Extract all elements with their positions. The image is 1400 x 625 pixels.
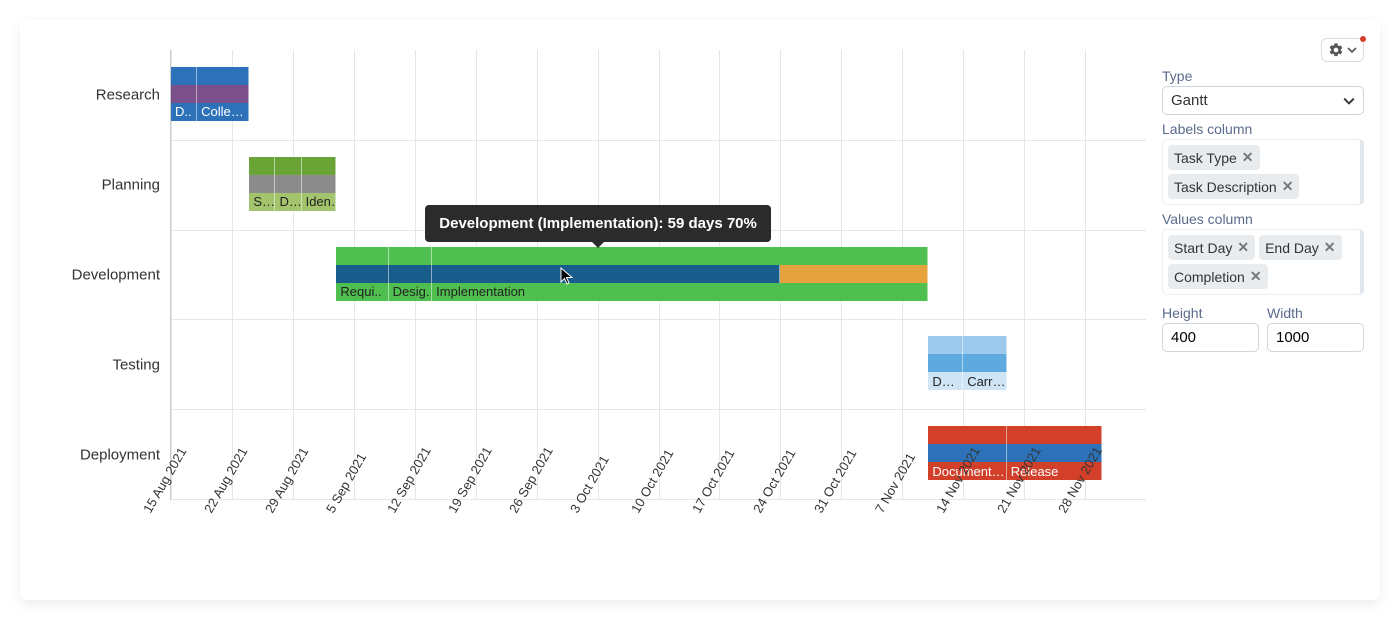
gantt-bar[interactable]	[171, 85, 197, 103]
type-label: Type	[1162, 68, 1364, 84]
type-select-value: Gantt	[1171, 92, 1208, 109]
close-icon[interactable]: ✕	[1250, 268, 1262, 285]
chip-label: End Day	[1265, 240, 1319, 256]
width-label: Width	[1267, 305, 1364, 321]
height-input[interactable]	[1162, 323, 1259, 352]
gantt-bar-label[interactable]: Desig..	[389, 283, 433, 301]
close-icon[interactable]: ✕	[1324, 239, 1336, 256]
chevron-down-icon	[1343, 95, 1355, 107]
gantt-bar[interactable]	[432, 247, 928, 265]
chip[interactable]: Task Type ✕	[1168, 145, 1260, 170]
tooltip-text: Development (Implementation): 59 days 70…	[439, 215, 757, 232]
close-icon[interactable]: ✕	[1242, 149, 1254, 166]
chip[interactable]: Task Description ✕	[1168, 174, 1299, 199]
values-column-chips[interactable]: Start Day✕End Day✕Completion✕	[1162, 229, 1364, 295]
type-select[interactable]: Gantt	[1162, 86, 1364, 115]
y-axis-labels: Research Planning Development Testing Deploy…	[40, 50, 170, 500]
gantt-bar[interactable]	[389, 247, 433, 265]
gantt-bar-label[interactable]: D…	[928, 372, 963, 390]
gantt-bar[interactable]	[928, 426, 1006, 444]
x-axis-labels: 15 Aug 202122 Aug 202129 Aug 20215 Sep 2…	[170, 500, 1146, 590]
gantt-bar[interactable]	[197, 67, 249, 85]
height-label: Height	[1162, 305, 1259, 321]
chip[interactable]: Completion ✕	[1168, 264, 1268, 289]
gantt-bar-label[interactable]: D..	[171, 103, 197, 121]
y-tick-label: Research	[96, 87, 160, 104]
chip-label: Completion	[1174, 269, 1245, 285]
y-tick-label: Deployment	[80, 447, 160, 464]
gantt-bar[interactable]	[302, 157, 337, 175]
gantt-bar[interactable]	[249, 157, 275, 175]
y-tick-label: Planning	[102, 177, 160, 194]
width-input[interactable]	[1267, 323, 1364, 352]
gantt-bar-label[interactable]: Colle…	[197, 103, 249, 121]
gantt-bar-progress[interactable]	[432, 265, 779, 283]
app-container: Research Planning Development Testing Deploy…	[20, 20, 1380, 600]
gantt-bar[interactable]	[275, 175, 301, 193]
gantt-bar[interactable]	[249, 175, 275, 193]
gantt-bar-label[interactable]: Carr…	[963, 372, 1007, 390]
tooltip: Development (Implementation): 59 days 70…	[425, 205, 771, 242]
gantt-bar-label[interactable]: S…	[249, 193, 275, 211]
chart-inner: Research Planning Development Testing Deploy…	[40, 50, 1146, 590]
close-icon[interactable]: ✕	[1237, 239, 1249, 256]
gantt-bar-label[interactable]: Requi..	[336, 283, 388, 301]
labels-column-label: Labels column	[1162, 121, 1364, 137]
values-column-label: Values column	[1162, 211, 1364, 227]
chip[interactable]: End Day ✕	[1259, 235, 1341, 260]
gantt-bar[interactable]	[963, 336, 1007, 354]
gantt-bar[interactable]	[171, 67, 197, 85]
gantt-bar-remaining[interactable]	[780, 265, 929, 283]
notification-dot	[1360, 36, 1366, 42]
gantt-row: D…Carr…	[171, 336, 1146, 392]
gantt-bar[interactable]	[302, 175, 337, 193]
chip[interactable]: Start Day ✕	[1168, 235, 1255, 260]
gantt-bar-label[interactable]: Implementation	[432, 283, 928, 301]
gantt-row: Requi..Desig..Implementation	[171, 247, 1146, 303]
gantt-bar[interactable]	[336, 265, 388, 283]
gantt-bar[interactable]	[197, 85, 249, 103]
chip-label: Task Description	[1174, 179, 1277, 195]
gantt-row: D..Colle…	[171, 67, 1146, 123]
y-tick-label: Testing	[112, 357, 160, 374]
gantt-bar[interactable]	[963, 354, 1007, 372]
gantt-bar-label[interactable]: D…	[275, 193, 301, 211]
gantt-bar[interactable]	[928, 336, 963, 354]
chip-label: Task Type	[1174, 150, 1237, 166]
gantt-bar-label[interactable]: Iden…	[302, 193, 337, 211]
gantt-bar[interactable]	[336, 247, 388, 265]
chevron-down-icon	[1347, 45, 1357, 55]
gantt-bar[interactable]	[389, 265, 433, 283]
chip-label: Start Day	[1174, 240, 1232, 256]
gantt-plot[interactable]: D..Colle…S…D…Iden…Requi..Desig..Implemen…	[170, 50, 1146, 500]
labels-column-chips[interactable]: Task Type ✕ Task Description ✕	[1162, 139, 1364, 205]
gear-icon	[1328, 42, 1344, 58]
side-panel: Type Gantt Labels column Task Type✕Task …	[1156, 30, 1370, 600]
settings-button[interactable]	[1321, 38, 1364, 62]
gantt-bar[interactable]	[1007, 426, 1103, 444]
gantt-bar[interactable]	[928, 354, 963, 372]
y-tick-label: Development	[72, 267, 160, 284]
gantt-bar[interactable]	[275, 157, 301, 175]
close-icon[interactable]: ✕	[1282, 178, 1294, 195]
chart-area: Research Planning Development Testing Deploy…	[30, 30, 1156, 600]
